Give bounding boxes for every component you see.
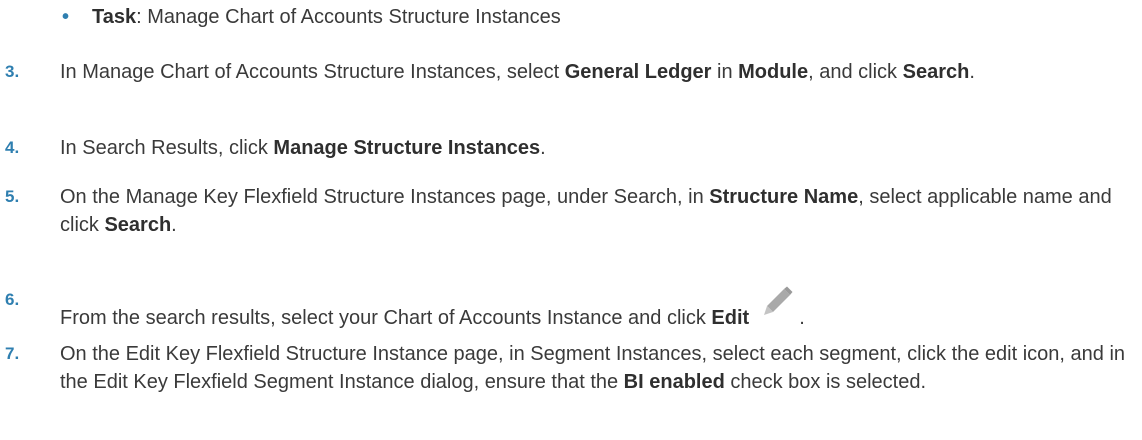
search-button-name: Search xyxy=(902,61,970,83)
search-button-name: Search xyxy=(104,214,172,236)
document-body: • Task: Manage Chart of Accounts Structu… xyxy=(0,0,1142,440)
structure-name-field: Structure Name xyxy=(709,186,859,208)
step-number: 5. xyxy=(5,187,20,206)
module-field-name: Module xyxy=(738,61,809,83)
step-text: In Manage Chart of Accounts Structure In… xyxy=(60,61,565,83)
step-text: . xyxy=(171,214,177,236)
step-5: 5. On the Manage Key Flexfield Structure… xyxy=(5,183,1130,239)
step-text: . xyxy=(799,307,805,329)
task-name: Manage Chart of Accounts Structure Insta… xyxy=(147,6,561,28)
step-text: . xyxy=(540,137,546,159)
step-number: 3. xyxy=(5,62,20,81)
step-7: 7. On the Edit Key Flexfield Structure I… xyxy=(5,340,1130,396)
edit-button-name: Edit xyxy=(711,307,750,329)
step-text: From the search results, select your Cha… xyxy=(60,307,712,329)
bi-enabled-field: BI enabled xyxy=(623,371,725,393)
module-value: General Ledger xyxy=(564,61,712,83)
task-separator: : xyxy=(136,6,148,28)
step-3: 3. In Manage Chart of Accounts Structure… xyxy=(5,58,1130,86)
task-label: Task xyxy=(92,6,137,28)
step-text: In Search Results, click xyxy=(60,137,274,159)
step-4: 4. In Search Results, click Manage Struc… xyxy=(5,134,1130,162)
step-text: On the Manage Key Flexfield Structure In… xyxy=(60,186,710,208)
step-6: 6. From the search results, select your … xyxy=(5,286,1130,332)
step-text: . xyxy=(969,61,975,83)
bullet-marker: • xyxy=(62,6,70,28)
step-text: in xyxy=(711,61,739,83)
pencil-icon xyxy=(761,286,793,318)
manage-structure-instances-name: Manage Structure Instances xyxy=(273,137,541,159)
task-bullet-item: • Task: Manage Chart of Accounts Structu… xyxy=(62,3,561,31)
step-number: 6. xyxy=(5,290,20,309)
step-number: 4. xyxy=(5,138,20,157)
step-text: , and click xyxy=(808,61,903,83)
step-text: check box is selected. xyxy=(724,371,927,393)
step-text: On the Edit Key Flexfield Structure Inst… xyxy=(60,343,1126,393)
step-number: 7. xyxy=(5,344,20,363)
